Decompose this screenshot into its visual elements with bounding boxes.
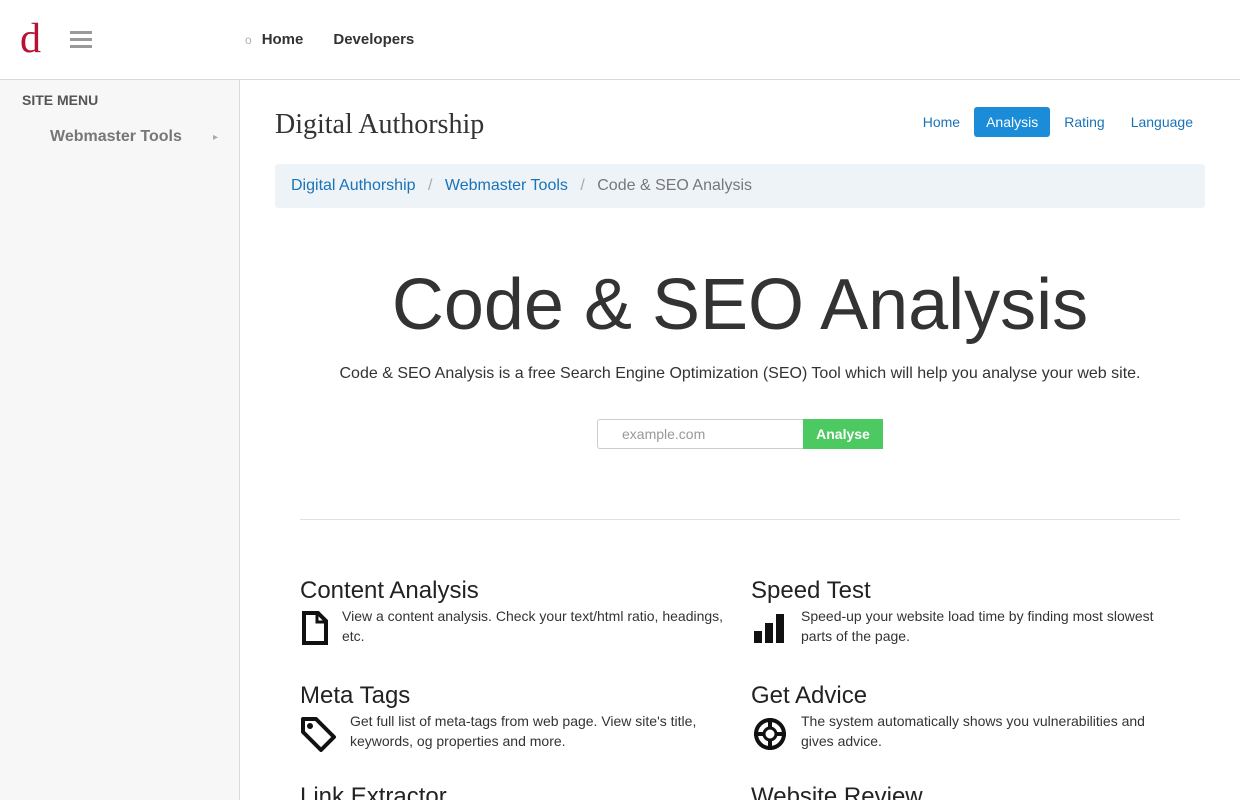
topnav-home[interactable]: o Home bbox=[245, 31, 303, 48]
feature-title: Meta Tags bbox=[300, 682, 411, 709]
pill-rating[interactable]: Rating bbox=[1052, 107, 1116, 137]
divider bbox=[300, 519, 1180, 520]
feature-link-extractor: Link Extractor bbox=[300, 783, 730, 800]
pill-analysis[interactable]: Analysis bbox=[974, 107, 1051, 137]
sidebar-heading: SITE MENU bbox=[22, 92, 99, 108]
breadcrumb: Digital Authorship / Webmaster Tools / C… bbox=[275, 164, 1205, 208]
feature-description: The system automatically shows you vulne… bbox=[801, 713, 1145, 749]
feature-title: Speed Test bbox=[751, 577, 871, 604]
feature-title: Get Advice bbox=[751, 682, 868, 709]
breadcrumb-webmaster-tools[interactable]: Webmaster Tools bbox=[445, 177, 568, 194]
domain-input[interactable] bbox=[597, 419, 803, 449]
topnav-developers-label: Developers bbox=[333, 31, 415, 48]
feature-content-analysis: Content Analysis View a content analysis… bbox=[300, 577, 730, 650]
feature-meta-tags: Meta Tags Get full list of meta-tags fro… bbox=[300, 682, 730, 757]
pill-language[interactable]: Language bbox=[1119, 107, 1205, 137]
crosshair-icon bbox=[751, 716, 789, 757]
sidebar-item-webmaster-tools[interactable]: Webmaster Tools ▸ bbox=[22, 126, 218, 148]
file-icon bbox=[300, 611, 330, 650]
topnav-home-label: Home bbox=[261, 31, 304, 48]
breadcrumb-separator: / bbox=[427, 177, 433, 194]
page-nav-pills: Home Analysis Rating Language bbox=[909, 107, 1205, 137]
site-title: Digital Authorship bbox=[275, 109, 485, 140]
home-icon: o bbox=[245, 32, 252, 47]
feature-get-advice: Get Advice The system automatically show… bbox=[751, 682, 1181, 757]
page-title: Code & SEO Analysis bbox=[391, 265, 1089, 345]
menu-toggle-icon[interactable] bbox=[70, 31, 92, 49]
sidebar-item-label: Webmaster Tools bbox=[50, 128, 182, 145]
feature-description: Speed-up your website load time by findi… bbox=[801, 608, 1154, 644]
breadcrumb-digital-authorship[interactable]: Digital Authorship bbox=[291, 177, 416, 194]
main-panel: Digital Authorship Home Analysis Rating … bbox=[255, 95, 1225, 800]
breadcrumb-current: Code & SEO Analysis bbox=[597, 177, 752, 194]
feature-title: Link Extractor bbox=[300, 783, 447, 800]
top-nav: o Home Developers bbox=[245, 31, 434, 48]
sidebar: SITE MENU Webmaster Tools ▸ bbox=[0, 80, 240, 800]
analyse-form: Analyse bbox=[597, 419, 883, 449]
feature-title: Website Review bbox=[751, 783, 923, 800]
page-subtitle: Code & SEO Analysis is a free Search Eng… bbox=[339, 365, 1141, 382]
topnav-developers[interactable]: Developers bbox=[323, 31, 414, 48]
analyse-button[interactable]: Analyse bbox=[803, 419, 883, 449]
site-logo[interactable]: d bbox=[20, 18, 41, 60]
feature-speed-test: Speed Test Speed-up your website load ti… bbox=[751, 577, 1181, 650]
chevron-right-icon: ▸ bbox=[212, 131, 218, 143]
feature-description: Get full list of meta-tags from web page… bbox=[350, 713, 697, 749]
tag-icon bbox=[300, 716, 338, 757]
feature-website-review: Website Review bbox=[751, 783, 1181, 800]
feature-title: Content Analysis bbox=[300, 577, 479, 604]
breadcrumb-separator: / bbox=[580, 177, 585, 194]
feature-description: View a content analysis. Check your text… bbox=[342, 608, 724, 644]
top-bar: d o Home Developers bbox=[0, 0, 1240, 80]
bar-chart-icon bbox=[751, 611, 789, 650]
pill-home[interactable]: Home bbox=[911, 107, 972, 137]
